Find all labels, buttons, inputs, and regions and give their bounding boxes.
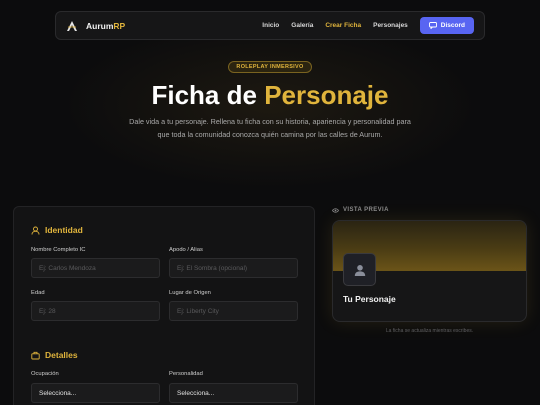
page-title-accent: Personaje [264,80,389,110]
user-icon [31,226,40,235]
hero-subtitle: Dale vida a tu personaje. Rellena tu fic… [129,117,411,139]
nav-link-crear-ficha[interactable]: Crear Ficha [325,22,361,29]
brand-name-accent: RP [113,20,126,31]
hero-badge: ROLEPLAY INMERSIVO [228,61,312,73]
logo-icon [67,20,77,31]
eye-icon [332,207,339,213]
chat-bubble-icon [428,22,437,29]
preview-card: Tu Personaje [332,220,527,322]
full-name-label: Nombre Completo IC [31,247,86,253]
navbar: AurumRP Inicio Galería Crear Ficha Perso… [55,11,485,40]
age-input[interactable] [31,301,160,321]
preview-heading: VISTA PREVIA [332,207,389,213]
brand-name: AurumRP [86,21,125,31]
personality-label: Personalidad [169,371,203,377]
personality-select[interactable]: Selecciona... [169,383,298,403]
user-placeholder-icon [354,264,365,276]
briefcase-icon [31,351,40,359]
discord-button-label: Discord [440,22,465,29]
alias-input[interactable] [169,258,298,278]
section-detalles-title: Detalles [45,350,78,360]
occupation-select-value: Selecciona... [39,389,77,397]
preview-character-name: Tu Personaje [343,294,396,304]
nav-link-galeria[interactable]: Galería [291,22,313,29]
nav-links: Inicio Galería Crear Ficha Personajes Di… [262,17,474,34]
brand[interactable]: AurumRP [66,20,125,32]
nav-link-inicio[interactable]: Inicio [262,22,279,29]
avatar [343,253,376,286]
age-label: Edad [31,290,45,296]
preview-heading-label: VISTA PREVIA [343,207,389,213]
personality-select-value: Selecciona... [177,389,215,397]
section-identidad-title: Identidad [45,225,83,235]
brand-name-main: Aurum [86,20,114,31]
alias-label: Apodo / Alias [169,247,203,253]
full-name-input[interactable] [31,258,160,278]
occupation-label: Ocupación [31,371,59,377]
section-detalles: Detalles [31,350,78,360]
section-identidad: Identidad [31,225,83,235]
occupation-select[interactable]: Selecciona... [31,383,160,403]
page-title-main: Ficha de [151,80,257,110]
nav-link-personajes[interactable]: Personajes [373,22,408,29]
origin-input[interactable] [169,301,298,321]
discord-button[interactable]: Discord [419,17,474,34]
page-title: Ficha de Personaje [0,80,540,111]
character-form: Identidad Nombre Completo IC Apodo / Ali… [13,206,315,405]
origin-label: Lugar de Origen [169,290,211,296]
preview-note: La ficha se actualiza mientras escribes. [385,328,474,334]
